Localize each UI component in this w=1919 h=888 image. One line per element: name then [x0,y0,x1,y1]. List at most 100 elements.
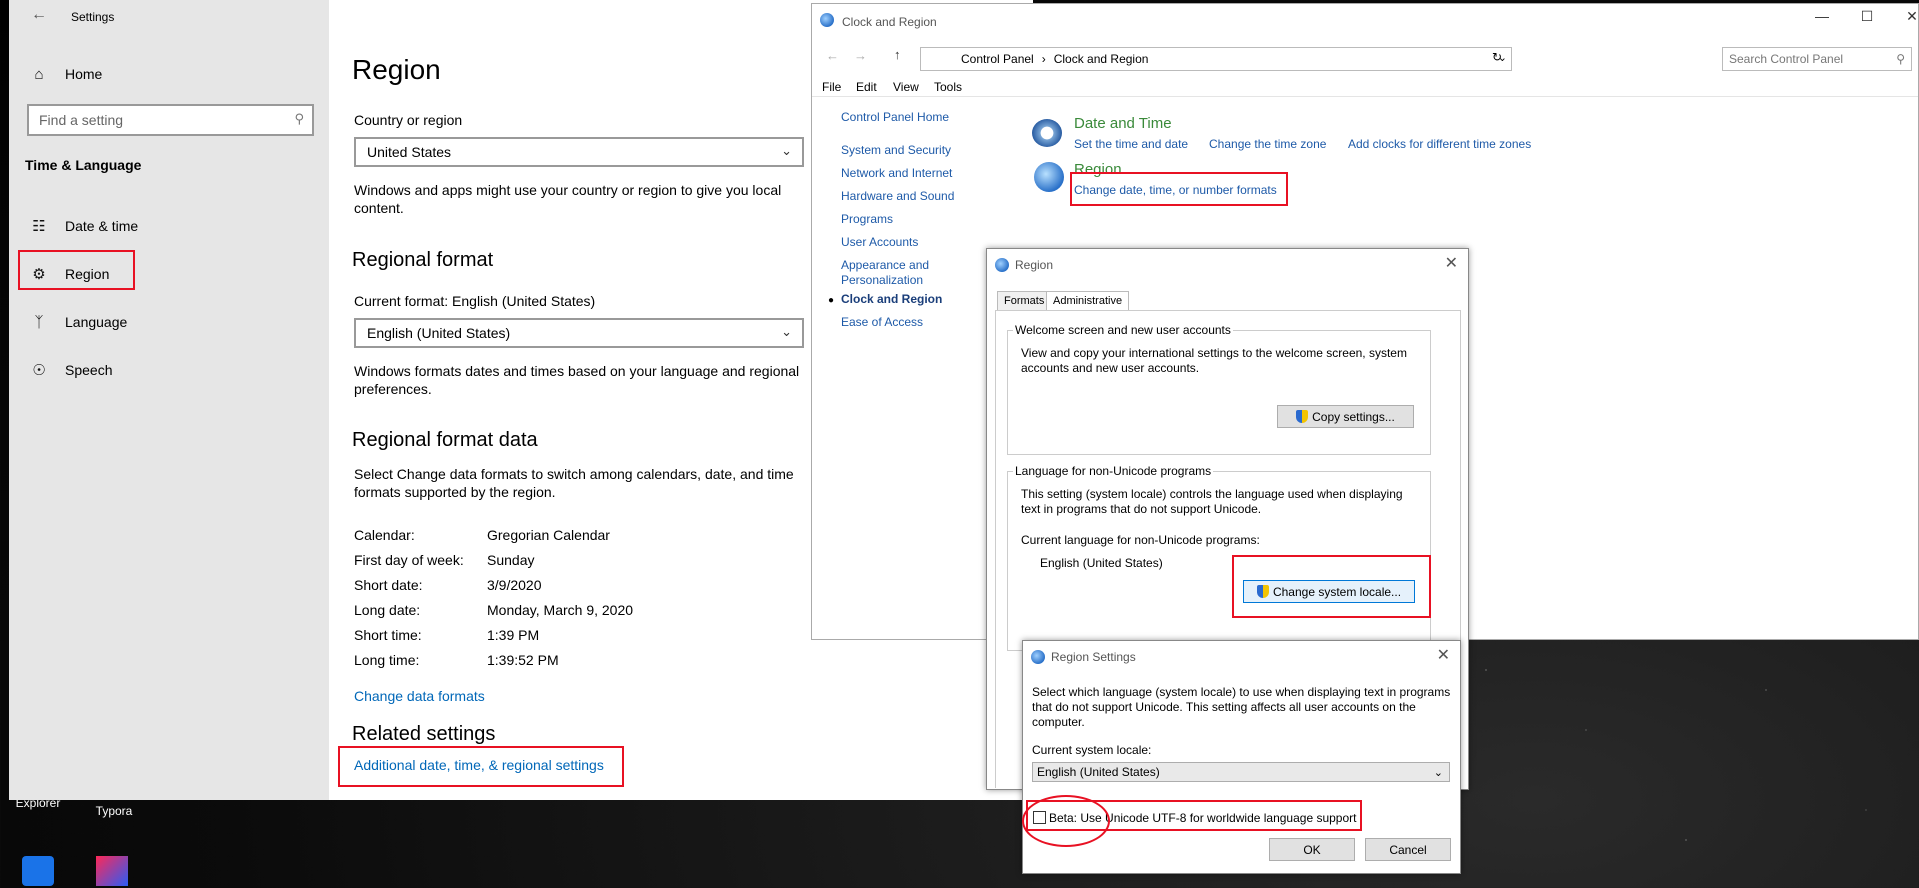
task-add-clocks[interactable]: Add clocks for different time zones [1348,137,1531,151]
country-select[interactable]: United States ⌄ [354,137,804,167]
country-label: Country or region [354,112,463,128]
change-data-formats-link[interactable]: Change data formats [354,687,814,705]
nav-date-time[interactable]: ☷ Date & time [25,206,315,246]
close-icon[interactable]: ✕ [1437,645,1450,665]
refresh-icon[interactable]: ↻ [1492,50,1502,64]
data-row: First day of week: Sunday [354,552,535,568]
shield-icon [1296,410,1309,423]
cp-nav-item[interactable]: Programs [841,212,893,226]
window-title: Settings [71,10,115,24]
current-language-value: English (United States) [1040,556,1163,570]
highlight-change-locale [1232,555,1431,618]
back-arrow-icon[interactable]: ← [31,6,47,24]
cp-nav-item[interactable]: Ease of Access [841,315,923,329]
nav-label: Language [65,314,128,330]
country-help: Windows and apps might use your country … [354,182,782,216]
country-value: United States [367,144,452,160]
chevron-down-icon: ⌄ [1433,767,1443,779]
calendar-clock-icon: ☷ [32,218,46,235]
nav-home[interactable]: ⌂ Home [25,54,315,94]
button-label: Copy settings... [1312,409,1395,424]
home-icon: ⌂ [34,65,44,83]
cp-nav-item[interactable]: System and Security [841,143,951,157]
ok-button[interactable]: OK [1269,838,1355,861]
address-bar[interactable]: Control Panel › Clock and Region ⌄ [920,47,1512,71]
cancel-button[interactable]: Cancel [1365,838,1451,861]
search-control-panel-input[interactable]: Search Control Panel ⚲ [1722,47,1912,71]
desktop-icon-label: Typora [95,804,133,818]
dialog-title: Region [1015,258,1054,272]
related-settings-heading: Related settings [352,723,496,745]
cp-nav-item[interactable]: User Accounts [841,235,918,249]
cp-nav-home[interactable]: Control Panel Home [841,110,949,124]
cp-nav-item[interactable]: Hardware and Sound [841,189,954,203]
find-setting-input[interactable]: Find a setting ⚲ [27,104,314,136]
format-value: English (United States) [367,325,511,341]
close-icon[interactable]: ✕ [1445,253,1458,273]
format-data-heading: Regional format data [352,429,538,451]
desktop-icon-typora[interactable]: Typora [78,804,150,818]
teamviewer-icon[interactable] [22,856,54,886]
maximize-icon[interactable]: ☐ [1852,8,1882,25]
category-date-time[interactable]: Date and Time [1074,115,1172,132]
minimize-icon[interactable]: — [1807,8,1837,24]
format-data-help: Select Change data formats to switch amo… [354,466,794,500]
locale-description: Select which language (system locale) to… [1032,685,1451,729]
copy-settings-button[interactable]: Copy settings... [1277,405,1414,428]
microphone-icon: ☉ [32,362,46,379]
up-arrow-icon[interactable]: ↑ [894,47,901,62]
annotation-circle [1022,795,1110,847]
highlight-change-formats [1070,172,1288,206]
section-header: Time & Language [25,157,142,173]
locale-value: English (United States) [1037,765,1160,779]
tab-administrative[interactable]: Administrative [1046,291,1130,311]
welcome-text: View and copy your international setting… [1021,346,1407,375]
nav-label: Speech [65,362,113,378]
menu-tools[interactable]: Tools [934,80,962,94]
chevron-down-icon: ⌄ [781,324,792,339]
breadcrumb-item[interactable]: Clock and Region [1054,52,1149,66]
breadcrumb-item[interactable]: Control Panel [961,52,1034,66]
search-placeholder: Search Control Panel [1729,52,1844,66]
divider [812,96,1918,97]
close-icon[interactable]: ✕ [1897,8,1919,25]
intellij-icon[interactable] [96,856,128,886]
language-icon: ᛉ [34,313,44,331]
highlight-region-nav [18,250,135,290]
system-locale-select[interactable]: English (United States) ⌄ [1032,762,1450,782]
cp-nav-item[interactable]: Appearance and Personalization [841,258,941,288]
chevron-right-icon: › [1041,52,1046,66]
cp-nav-item-active[interactable]: Clock and Region [841,292,942,306]
group-label: Welcome screen and new user accounts [1013,323,1233,337]
highlight-additional-settings [338,746,624,787]
menu-edit[interactable]: Edit [856,80,877,94]
search-icon: ⚲ [1896,52,1905,66]
region-icon [1031,650,1045,664]
desktop-background [1466,640,1919,888]
tab-formats[interactable]: Formats [997,291,1052,311]
regional-format-select[interactable]: English (United States) ⌄ [354,318,804,348]
search-placeholder: Find a setting [39,112,124,128]
control-panel-icon [820,13,834,27]
format-help: Windows formats dates and times based on… [354,363,800,397]
page-title: Region [352,54,441,85]
nav-speech[interactable]: ☉ Speech [25,350,315,390]
settings-sidebar: ← Settings ⌂ Home Find a setting ⚲ Time … [9,0,329,800]
nav-language[interactable]: ᛉ Language [25,302,315,342]
window-title: Clock and Region [842,15,937,29]
current-format: Current format: English (United States) [354,293,596,309]
forward-arrow-icon[interactable]: → [854,48,867,63]
cp-nav-item[interactable]: Network and Internet [841,166,952,180]
dialog-title: Region Settings [1051,650,1136,664]
task-set-time[interactable]: Set the time and date [1074,137,1188,151]
data-row: Calendar: Gregorian Calendar [354,527,610,543]
current-language-label: Current language for non-Unicode program… [1021,533,1260,547]
back-arrow-icon[interactable]: ← [826,48,839,63]
data-row: Short date: 3/9/2020 [354,577,542,593]
task-change-timezone[interactable]: Change the time zone [1209,137,1326,151]
regional-format-heading: Regional format [352,249,494,271]
bullet-icon: ● [828,295,835,306]
data-row: Short time: 1:39 PM [354,627,540,643]
menu-file[interactable]: File [822,80,841,94]
menu-view[interactable]: View [893,80,919,94]
